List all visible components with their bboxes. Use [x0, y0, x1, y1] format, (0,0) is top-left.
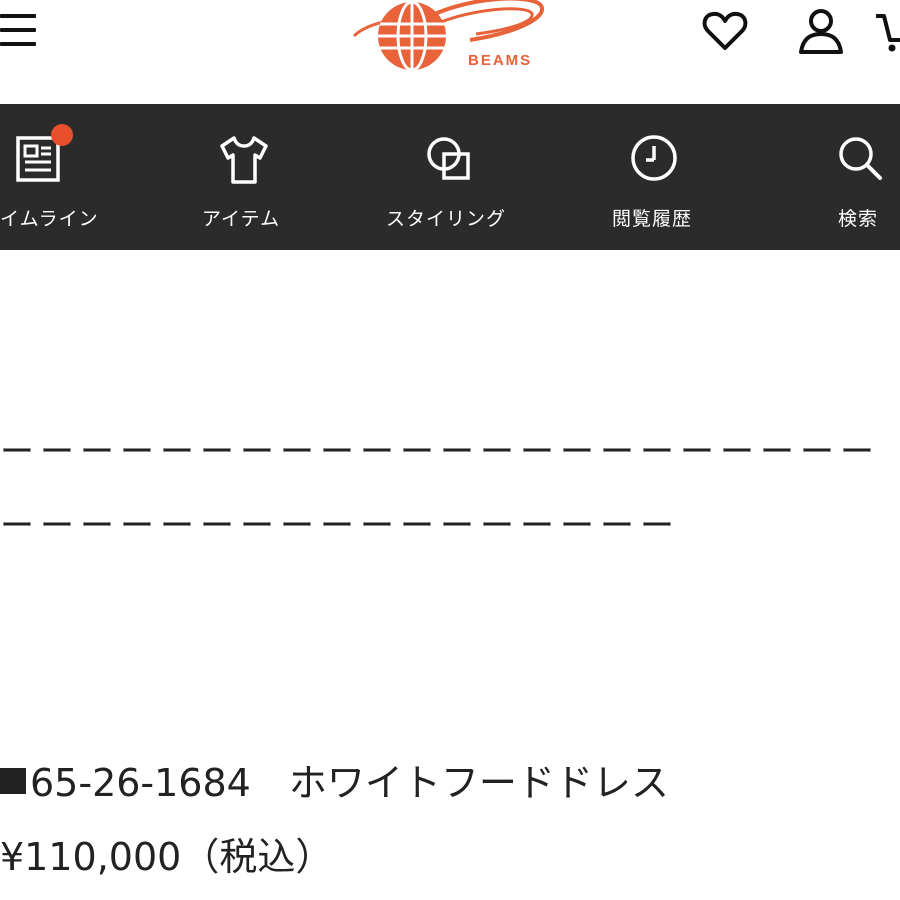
product-name-text: 65-26-1684 ホワイトフードドレス	[30, 761, 669, 805]
nav-bar: イムライン アイテム スタイリング 閲覧履歴 検索	[0, 104, 900, 250]
shirt-icon	[216, 132, 272, 188]
dash-separator-1: ーーーーーーーーーーーーーーーーーーーーーー	[0, 432, 880, 472]
person-icon[interactable]	[796, 6, 846, 56]
header: BEAMS	[0, 0, 900, 104]
clock-icon	[626, 132, 682, 188]
styling-icon	[422, 132, 478, 188]
product-price: ¥110,000（税込）	[0, 835, 334, 879]
notification-badge	[51, 124, 73, 146]
nav-item-search[interactable]: 検索	[800, 104, 900, 250]
nav-label-styling: スタイリング	[386, 208, 507, 230]
logo-text: BEAMS	[468, 52, 533, 69]
product-name: 65-26-1684 ホワイトフードドレス	[0, 752, 669, 807]
nav-label-timeline: イムライン	[0, 208, 99, 230]
nav-label-search: 検索	[838, 208, 879, 230]
nav-label-items: アイテム	[202, 208, 281, 230]
beams-logo[interactable]: BEAMS	[350, 0, 550, 74]
square-bullet-icon	[0, 768, 26, 794]
dash-separator-2: ーーーーーーーーーーーーーーーーー	[0, 506, 680, 546]
page: BEAMS イムライン アイテム スタイリング 閲覧履歴 検索 ーーーーーーーー…	[0, 0, 900, 900]
heart-icon[interactable]	[700, 6, 750, 56]
nav-item-timeline[interactable]: イムライン	[0, 104, 180, 250]
nav-item-items[interactable]: アイテム	[160, 104, 340, 250]
nav-label-history: 閲覧履歴	[612, 208, 693, 230]
cart-icon[interactable]	[874, 6, 900, 56]
search-icon	[834, 132, 890, 188]
menu-icon[interactable]	[0, 10, 40, 54]
nav-item-styling[interactable]: スタイリング	[370, 104, 550, 250]
nav-item-history[interactable]: 閲覧履歴	[590, 104, 770, 250]
